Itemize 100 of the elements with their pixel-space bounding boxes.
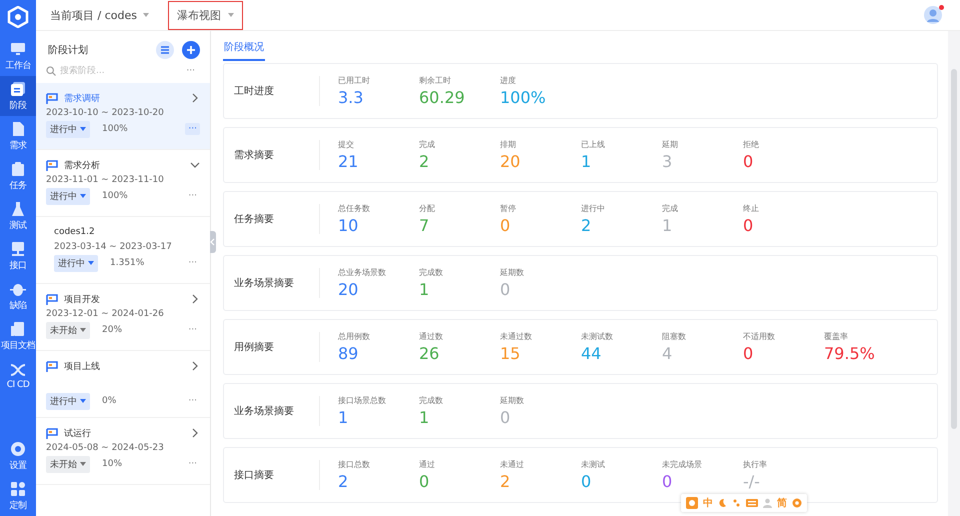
view-selector[interactable]: 瀑布视图 <box>168 0 242 30</box>
stage-name: 项目上线 <box>64 360 100 372</box>
more-button[interactable]: ··· <box>183 65 198 77</box>
metric-label: 提交 <box>338 139 355 150</box>
metric-value: 7 <box>419 216 430 235</box>
caret-icon <box>80 127 86 131</box>
moon-icon[interactable] <box>718 498 727 508</box>
nav-item[interactable]: 项目文档 <box>0 316 36 356</box>
metric-label: 完成数 <box>419 267 444 278</box>
status-dropdown[interactable]: 未开始 <box>46 456 90 472</box>
metric-label: 总用例数 <box>338 331 371 342</box>
metric-value: 10 <box>338 216 358 235</box>
flag-icon <box>46 92 58 104</box>
metric-value: 20 <box>500 152 520 171</box>
metric-value: 1 <box>419 408 430 427</box>
more-button[interactable]: ··· <box>185 395 200 407</box>
caret-icon <box>88 261 94 265</box>
metric-label: 覆盖率 <box>824 331 849 342</box>
nav-item[interactable]: 工作台 <box>0 36 36 76</box>
avatar[interactable] <box>924 6 942 24</box>
status-dropdown[interactable]: 进行中 <box>54 254 98 272</box>
metric-value: 0 <box>419 472 430 491</box>
stage-progress: 0% <box>102 396 116 406</box>
more-button[interactable]: ··· <box>185 190 200 202</box>
nav-item[interactable]: 接口 <box>0 236 36 276</box>
add-icon[interactable] <box>182 41 200 59</box>
settings-icon[interactable] <box>792 498 802 508</box>
stage-item[interactable]: 需求分析 2023-11-01 ~ 2023-11-10 进行中 100% ··· <box>36 150 210 217</box>
metric-label: 延期数 <box>500 267 525 278</box>
metric-value: 1 <box>662 216 672 235</box>
status-dropdown[interactable]: 进行中 <box>46 120 90 138</box>
list-icon[interactable] <box>156 41 174 59</box>
more-button[interactable]: ··· <box>185 257 200 269</box>
card-title: 需求摘要 <box>224 140 320 170</box>
status-dropdown[interactable]: 进行中 <box>46 392 90 410</box>
chevron-down-icon[interactable] <box>190 160 200 170</box>
scrollbar-thumb[interactable] <box>951 69 957 429</box>
metric-label: 阻塞数 <box>662 331 687 342</box>
metric-label: 进行中 <box>581 203 606 214</box>
nav-item[interactable]: 需求 <box>0 116 36 156</box>
metric-label: 执行率 <box>743 459 768 470</box>
chevron-right-icon[interactable] <box>190 428 200 438</box>
metric-label: 排期 <box>500 139 517 150</box>
nav-item[interactable]: 定制 <box>0 476 36 516</box>
nav-item[interactable]: 设置 <box>0 436 36 476</box>
network-icon <box>10 240 26 256</box>
doc-icon <box>10 120 26 136</box>
card-title: 接口摘要 <box>224 460 320 490</box>
metric-value: 2 <box>338 472 348 491</box>
stage-icon <box>10 80 26 96</box>
more-button[interactable]: ··· <box>185 123 200 135</box>
chevron-right-icon[interactable] <box>190 93 200 103</box>
more-button[interactable]: ··· <box>185 324 200 336</box>
caret-icon <box>228 13 234 18</box>
metric-value: 100% <box>500 88 546 107</box>
nav-item[interactable]: 阶段 <box>0 76 36 116</box>
metric-label: 未通过 <box>500 459 525 470</box>
nav-item[interactable]: 任务 <box>0 156 36 196</box>
metric-label: 延期数 <box>500 395 525 406</box>
stage-dates: 2023-03-14 ~ 2023-03-17 <box>54 242 173 252</box>
metric-value: 3.3 <box>338 88 364 107</box>
metric-label: 未通过数 <box>500 331 533 342</box>
project-selector[interactable]: 当前项目 / codes <box>50 8 168 22</box>
stage-progress: 10% <box>102 459 122 469</box>
stage-name: 试运行 <box>64 428 91 440</box>
metric-value: 3 <box>662 152 672 171</box>
metric-value: 15 <box>500 344 520 363</box>
stage-item[interactable]: 项目开发 2023-12-01 ~ 2024-01-26 未开始 20% ··· <box>36 284 210 351</box>
status-dropdown[interactable]: 进行中 <box>46 188 90 204</box>
status-dropdown[interactable]: 未开始 <box>46 322 90 338</box>
metric-value: 20 <box>338 280 358 299</box>
metric-label: 完成 <box>419 139 436 150</box>
stage-item[interactable]: 需求调研 2023-10-10 ~ 2023-10-20 进行中 100% ··· <box>36 83 210 150</box>
metric-value: 0 <box>500 408 510 427</box>
metric-value: 0 <box>500 216 510 235</box>
nav-item[interactable]: 缺陷 <box>0 276 36 316</box>
keyboard-icon[interactable] <box>746 499 758 507</box>
metric-value: 1 <box>581 152 592 171</box>
stage-item[interactable]: 项目上线 进行中 0% ··· <box>36 351 210 418</box>
metric-label: 终止 <box>743 203 760 214</box>
punctuation-icon[interactable] <box>732 498 741 508</box>
stage-item[interactable]: codes1.2 2023-03-14 ~ 2023-03-17 进行中 1.351% ··· <box>36 217 210 284</box>
metric-label: 拒绝 <box>743 139 760 150</box>
metric-label: 接口总数 <box>338 459 371 470</box>
stage-name: codes1.2 <box>54 227 95 237</box>
nav-item[interactable]: CI CD <box>0 356 36 396</box>
collapse-handle[interactable] <box>210 231 216 253</box>
clipboard-icon <box>10 160 26 176</box>
ime-mode[interactable]: 中 <box>703 496 713 510</box>
more-button[interactable]: ··· <box>185 458 200 470</box>
stage-progress: 1.351% <box>110 258 144 268</box>
search-icon <box>46 66 56 76</box>
metric-label: 剩余工时 <box>419 75 452 86</box>
metric-value: 2 <box>419 152 430 171</box>
chevron-right-icon[interactable] <box>190 294 200 304</box>
tab[interactable]: 阶段概况 <box>223 40 265 61</box>
chevron-right-icon[interactable] <box>190 361 200 371</box>
ime-script[interactable]: 简 <box>777 496 787 510</box>
nav-item[interactable]: 测试 <box>0 196 36 236</box>
stage-item[interactable]: 试运行 2024-05-08 ~ 2024-05-23 未开始 10% ··· <box>36 418 210 485</box>
